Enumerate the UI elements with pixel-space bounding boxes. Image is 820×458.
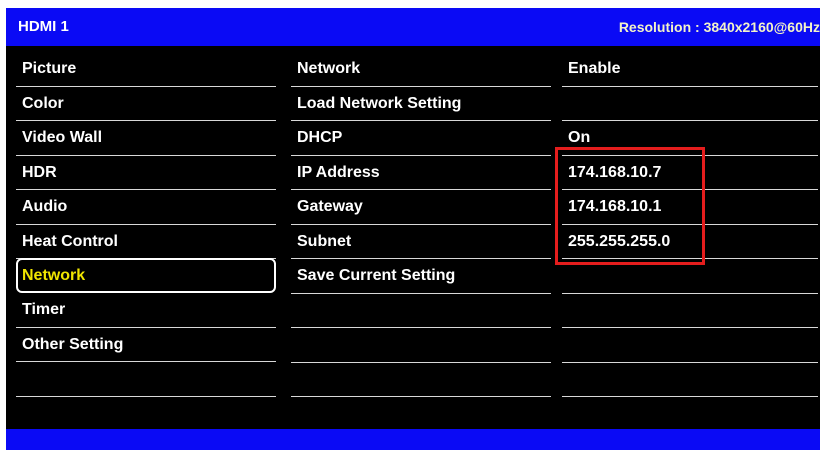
menu-item-other-setting[interactable]: Other Setting (16, 328, 276, 362)
value-network[interactable]: Enable (562, 52, 818, 87)
osd-screen: HDMI 1 Resolution : 3840x2160@60Hz Pictu… (6, 8, 820, 450)
setting-label: Gateway (297, 198, 363, 215)
value-empty (562, 363, 818, 397)
menu-item-network[interactable]: Network (16, 258, 276, 293)
menu-item-video-wall[interactable]: Video Wall (16, 121, 276, 156)
setting-empty (291, 294, 551, 328)
main-menu: Picture Color Video Wall HDR Audio Heat … (16, 52, 276, 431)
menu-item-label: Video Wall (22, 129, 103, 146)
menu-item-empty (16, 362, 276, 397)
setting-label: DHCP (297, 129, 343, 146)
menu-item-audio[interactable]: Audio (16, 190, 276, 225)
setting-subnet[interactable]: Subnet (291, 225, 551, 259)
menu-item-label: Heat Control (22, 232, 118, 250)
osd-title-bar: HDMI 1 Resolution : 3840x2160@60Hz (6, 8, 820, 46)
network-settings-list: Network Load Network Setting DHCP IP Add… (291, 52, 551, 432)
setting-label: Load Network Setting (297, 94, 462, 112)
monitor-osd-frame: HDMI 1 Resolution : 3840x2160@60Hz Pictu… (0, 0, 820, 458)
setting-load-network-setting[interactable]: Load Network Setting (291, 87, 551, 121)
menu-item-label: Picture (22, 60, 77, 77)
value-empty (562, 328, 818, 363)
value-empty (562, 294, 818, 328)
input-source-label: HDMI 1 (18, 18, 69, 35)
setting-label: Subnet (297, 232, 352, 250)
setting-value: On (568, 129, 591, 146)
menu-item-timer[interactable]: Timer (16, 293, 276, 328)
value-load-network-setting (562, 87, 818, 121)
menu-item-label: Color (22, 94, 64, 112)
menu-item-empty (16, 397, 276, 431)
setting-ip-address[interactable]: IP Address (291, 156, 551, 190)
osd-bottom-bar (6, 429, 820, 450)
menu-item-label: Audio (22, 198, 68, 215)
value-empty (562, 397, 818, 432)
setting-label: Save Current Setting (297, 267, 456, 284)
menu-item-hdr[interactable]: HDR (16, 156, 276, 190)
setting-empty (291, 363, 551, 397)
menu-item-heat-control[interactable]: Heat Control (16, 225, 276, 259)
menu-item-color[interactable]: Color (16, 87, 276, 121)
setting-dhcp[interactable]: DHCP (291, 121, 551, 156)
setting-empty (291, 397, 551, 432)
menu-item-label: HDR (22, 163, 57, 181)
setting-label: Network (297, 60, 361, 77)
setting-empty (291, 328, 551, 363)
setting-gateway[interactable]: Gateway (291, 190, 551, 225)
setting-label: IP Address (297, 163, 380, 181)
menu-item-label: Timer (22, 301, 66, 318)
setting-value: Enable (568, 60, 621, 77)
setting-network[interactable]: Network (291, 52, 551, 87)
menu-item-label: Other Setting (22, 335, 124, 353)
ip-settings-highlight-box (555, 147, 705, 265)
resolution-label: Resolution : 3840x2160@60Hz (618, 19, 820, 35)
menu-item-picture[interactable]: Picture (16, 52, 276, 87)
setting-save-current-setting[interactable]: Save Current Setting (291, 259, 551, 294)
menu-item-label: Network (22, 267, 86, 284)
